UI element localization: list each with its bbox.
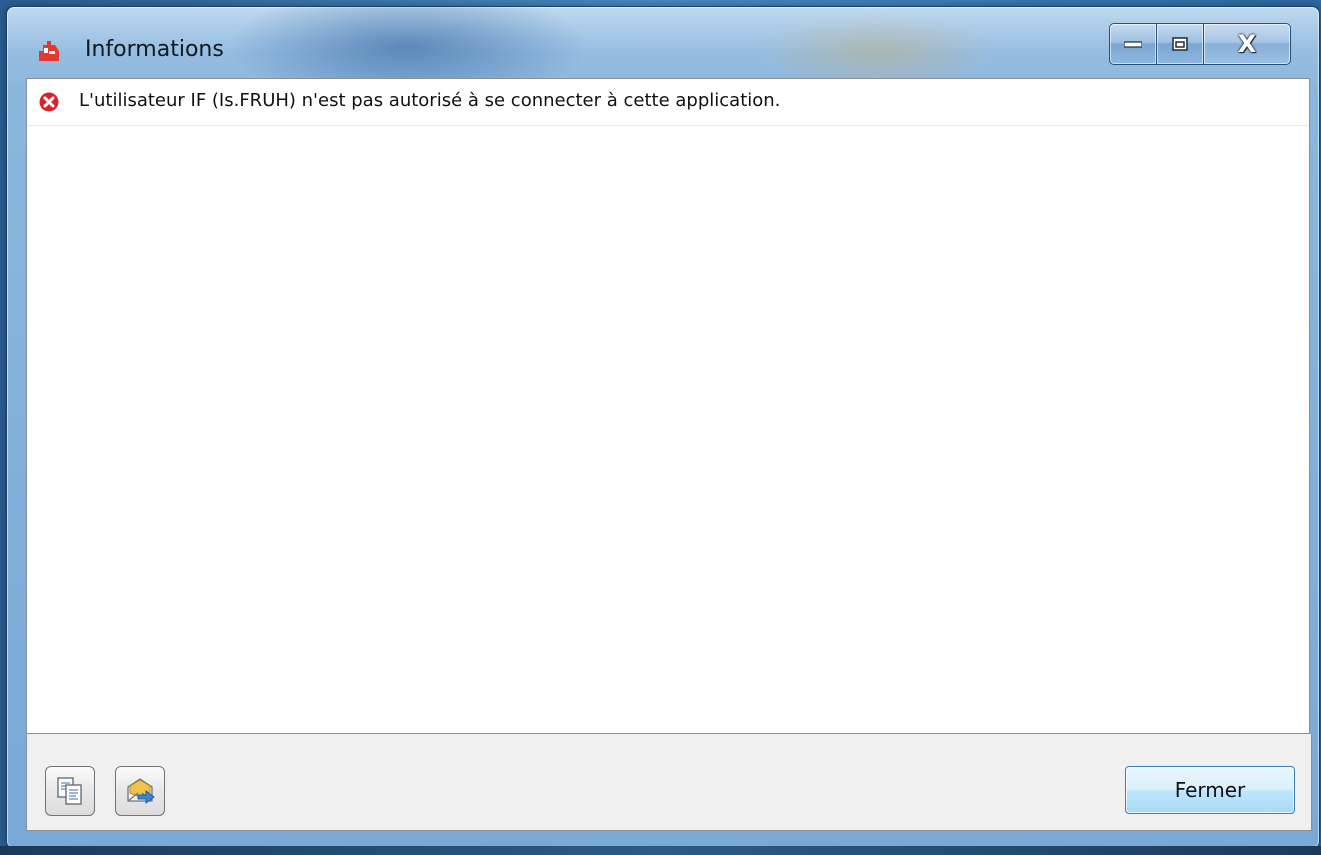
title-bar[interactable]: Informations X bbox=[7, 7, 1319, 83]
maximize-icon bbox=[1172, 37, 1188, 51]
send-mail-icon bbox=[127, 778, 155, 804]
copy-button[interactable] bbox=[45, 766, 95, 816]
taskbar-edge bbox=[0, 846, 1321, 855]
message-list[interactable]: L'utilisateur IF (Is.FRUH) n'est pas aut… bbox=[26, 78, 1310, 734]
error-icon bbox=[39, 92, 59, 112]
close-window-button[interactable]: X bbox=[1204, 23, 1291, 65]
copy-icon bbox=[57, 777, 82, 805]
dialog-footer: Fermer bbox=[26, 734, 1312, 831]
fermer-button[interactable]: Fermer bbox=[1125, 766, 1295, 814]
maximize-button[interactable] bbox=[1157, 23, 1204, 65]
list-item[interactable]: L'utilisateur IF (Is.FRUH) n'est pas aut… bbox=[27, 79, 1309, 126]
send-mail-button[interactable] bbox=[115, 766, 165, 816]
minimize-button[interactable] bbox=[1109, 23, 1157, 65]
caption-buttons: X bbox=[1109, 23, 1291, 65]
error-message-text: L'utilisateur IF (Is.FRUH) n'est pas aut… bbox=[79, 90, 781, 111]
minimize-icon bbox=[1124, 41, 1142, 48]
window-title: Informations bbox=[85, 37, 224, 62]
close-icon: X bbox=[1237, 30, 1257, 58]
app-icon[interactable] bbox=[37, 39, 61, 63]
